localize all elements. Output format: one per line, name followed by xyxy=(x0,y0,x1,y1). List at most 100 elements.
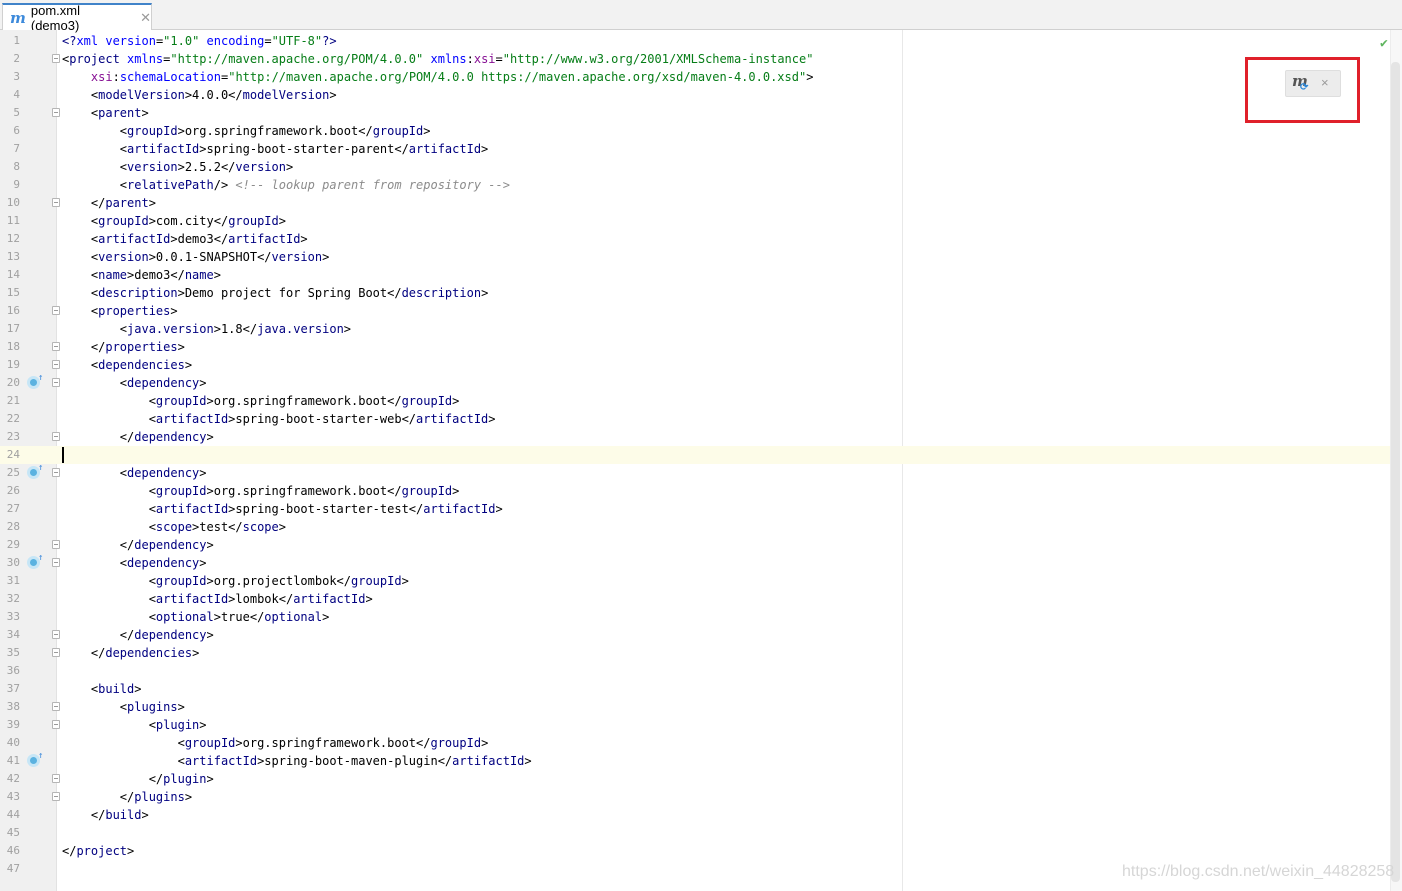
code-editor[interactable]: 1 <?xml version="1.0" encoding="UTF-8"?> 2… xyxy=(0,30,1402,891)
code-line[interactable]: 32 <artifactId>lombok</artifactId> xyxy=(0,590,1390,608)
code-line[interactable]: 3 xsi:schemaLocation="http://maven.apach… xyxy=(0,68,1390,86)
code-text[interactable]: <artifactId>lombok</artifactId> xyxy=(62,590,373,608)
line-number[interactable]: 27 xyxy=(0,500,20,518)
line-number[interactable]: 44 xyxy=(0,806,20,824)
code-line[interactable]: 16 <properties> xyxy=(0,302,1390,320)
line-number[interactable]: 20 xyxy=(0,374,20,392)
code-line[interactable]: 46 </project> xyxy=(0,842,1390,860)
code-line[interactable]: 28 <scope>test</scope> xyxy=(0,518,1390,536)
code-text[interactable]: <dependencies> xyxy=(62,356,192,374)
code-text[interactable]: </dependency> xyxy=(62,428,214,446)
code-text[interactable]: <build> xyxy=(62,680,142,698)
code-text[interactable]: <artifactId>spring-boot-starter-test</ar… xyxy=(62,500,503,518)
code-text[interactable]: xsi:schemaLocation="http://maven.apache.… xyxy=(62,68,814,86)
line-number[interactable]: 16 xyxy=(0,302,20,320)
code-text[interactable]: <groupId>org.projectlombok</groupId> xyxy=(62,572,409,590)
line-number[interactable]: 14 xyxy=(0,266,20,284)
code-line[interactable]: 4 <modelVersion>4.0.0</modelVersion> xyxy=(0,86,1390,104)
code-line[interactable]: 29 </dependency> xyxy=(0,536,1390,554)
line-number[interactable]: 30 xyxy=(0,554,20,572)
line-number[interactable]: 34 xyxy=(0,626,20,644)
line-number[interactable]: 23 xyxy=(0,428,20,446)
line-number[interactable]: 25 xyxy=(0,464,20,482)
line-number[interactable]: 29 xyxy=(0,536,20,554)
line-number[interactable]: 13 xyxy=(0,248,20,266)
fold-marker-icon[interactable] xyxy=(52,720,60,729)
code-line[interactable]: 31 <groupId>org.projectlombok</groupId> xyxy=(0,572,1390,590)
code-line[interactable]: 27 <artifactId>spring-boot-starter-test<… xyxy=(0,500,1390,518)
line-number[interactable]: 8 xyxy=(0,158,20,176)
code-text[interactable]: <project xmlns="http://maven.apache.org/… xyxy=(62,50,813,68)
code-text[interactable]: <artifactId>demo3</artifactId> xyxy=(62,230,308,248)
code-line[interactable]: 9 <relativePath/> <!-- lookup parent fro… xyxy=(0,176,1390,194)
code-text[interactable]: <description>Demo project for Spring Boo… xyxy=(62,284,488,302)
code-line[interactable]: 24 xyxy=(0,446,1390,464)
code-line[interactable]: 22 <artifactId>spring-boot-starter-web</… xyxy=(0,410,1390,428)
line-number[interactable]: 42 xyxy=(0,770,20,788)
code-text[interactable]: <dependency> xyxy=(62,464,207,482)
code-line[interactable]: 21 <groupId>org.springframework.boot</gr… xyxy=(0,392,1390,410)
code-line[interactable]: 23 </dependency> xyxy=(0,428,1390,446)
code-text[interactable]: </dependency> xyxy=(62,536,214,554)
code-line[interactable]: 11 <groupId>com.city</groupId> xyxy=(0,212,1390,230)
line-number[interactable]: 38 xyxy=(0,698,20,716)
line-number[interactable]: 9 xyxy=(0,176,20,194)
code-text[interactable]: <artifactId>spring-boot-starter-web</art… xyxy=(62,410,496,428)
code-text[interactable]: <version>2.5.2</version> xyxy=(62,158,293,176)
code-line[interactable]: 34 </dependency> xyxy=(0,626,1390,644)
code-text[interactable]: </parent> xyxy=(62,194,156,212)
code-line[interactable]: 17 <java.version>1.8</java.version> xyxy=(0,320,1390,338)
code-text[interactable]: <parent> xyxy=(62,104,149,122)
close-icon[interactable]: ✕ xyxy=(140,10,151,26)
code-line[interactable]: 19 <dependencies> xyxy=(0,356,1390,374)
line-number[interactable]: 39 xyxy=(0,716,20,734)
code-line[interactable]: 14 <name>demo3</name> xyxy=(0,266,1390,284)
fold-marker-icon[interactable] xyxy=(52,54,60,63)
fold-marker-icon[interactable] xyxy=(52,342,60,351)
line-number[interactable]: 35 xyxy=(0,644,20,662)
line-number[interactable]: 15 xyxy=(0,284,20,302)
code-line[interactable]: 6 <groupId>org.springframework.boot</gro… xyxy=(0,122,1390,140)
fold-marker-icon[interactable] xyxy=(52,792,60,801)
line-number[interactable]: 5 xyxy=(0,104,20,122)
code-line[interactable]: 45 xyxy=(0,824,1390,842)
line-number[interactable]: 12 xyxy=(0,230,20,248)
line-number[interactable]: 28 xyxy=(0,518,20,536)
code-line[interactable]: 10 </parent> xyxy=(0,194,1390,212)
fold-marker-icon[interactable] xyxy=(52,198,60,207)
code-line[interactable]: 37 <build> xyxy=(0,680,1390,698)
code-text[interactable]: <groupId>org.springframework.boot</group… xyxy=(62,122,431,140)
code-line[interactable]: 5 <parent> xyxy=(0,104,1390,122)
line-number[interactable]: 45 xyxy=(0,824,20,842)
code-line[interactable]: 47 xyxy=(0,860,1390,878)
line-number[interactable]: 4 xyxy=(0,86,20,104)
code-line[interactable]: 7 <artifactId>spring-boot-starter-parent… xyxy=(0,140,1390,158)
code-line[interactable]: 42 </plugin> xyxy=(0,770,1390,788)
line-number[interactable]: 43 xyxy=(0,788,20,806)
code-text[interactable]: <plugins> xyxy=(62,698,185,716)
code-text[interactable]: <?xml version="1.0" encoding="UTF-8"?> xyxy=(62,32,337,50)
line-number[interactable]: 21 xyxy=(0,392,20,410)
code-line[interactable]: 35 </dependencies> xyxy=(0,644,1390,662)
fold-marker-icon[interactable] xyxy=(52,360,60,369)
line-number[interactable]: 7 xyxy=(0,140,20,158)
code-line[interactable]: 25 ↑ <dependency> xyxy=(0,463,1390,482)
line-number[interactable]: 17 xyxy=(0,320,20,338)
code-text[interactable]: <modelVersion>4.0.0</modelVersion> xyxy=(62,86,337,104)
code-text[interactable]: <relativePath/> <!-- lookup parent from … xyxy=(62,176,510,194)
fold-marker-icon[interactable] xyxy=(52,702,60,711)
line-number[interactable]: 18 xyxy=(0,338,20,356)
code-line[interactable]: 15 <description>Demo project for Spring … xyxy=(0,284,1390,302)
code-text[interactable]: <name>demo3</name> xyxy=(62,266,221,284)
line-number[interactable]: 33 xyxy=(0,608,20,626)
line-number[interactable]: 31 xyxy=(0,572,20,590)
code-line[interactable]: 36 xyxy=(0,662,1390,680)
code-line[interactable]: 38 <plugins> xyxy=(0,698,1390,716)
line-number[interactable]: 24 xyxy=(0,446,20,464)
code-text[interactable]: </dependency> xyxy=(62,626,214,644)
code-text[interactable]: </dependencies> xyxy=(62,644,199,662)
fold-marker-icon[interactable] xyxy=(52,108,60,117)
line-number[interactable]: 26 xyxy=(0,482,20,500)
line-number[interactable]: 36 xyxy=(0,662,20,680)
code-line[interactable]: 39 <plugin> xyxy=(0,716,1390,734)
